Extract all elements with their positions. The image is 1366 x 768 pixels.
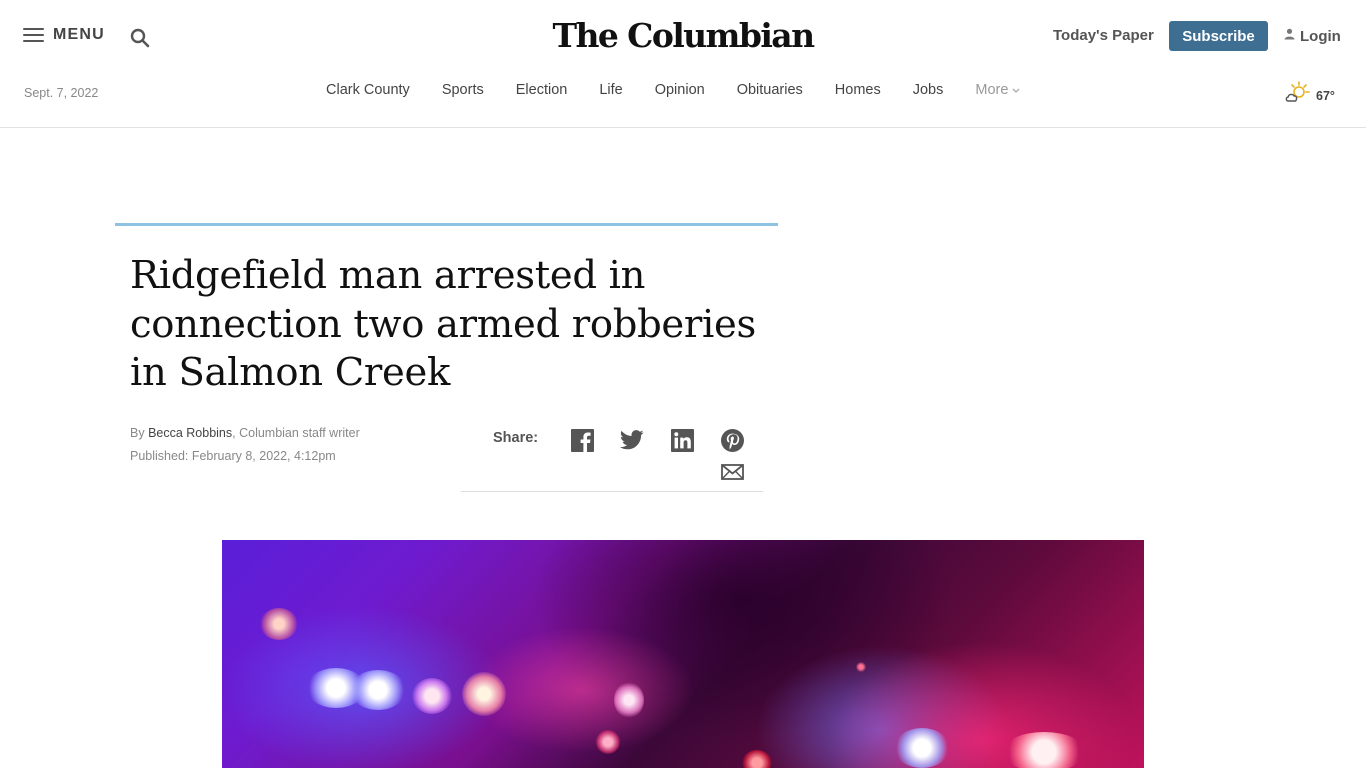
author-link[interactable]: Becca Robbins <box>148 426 232 440</box>
byline-author-line: By Becca Robbins, Columbian staff writer <box>130 422 360 445</box>
linkedin-icon[interactable] <box>670 428 694 452</box>
author-role: , Columbian staff writer <box>232 426 360 440</box>
site-logo[interactable]: The Columbian <box>0 14 1366 58</box>
current-date: Sept. 7, 2022 <box>24 86 99 100</box>
chevron-down-icon <box>1012 82 1020 98</box>
nav-item-opinion[interactable]: Opinion <box>639 82 721 98</box>
weather-temperature: 67° <box>1316 88 1335 103</box>
nav-item-clark-county[interactable]: Clark County <box>310 82 426 98</box>
nav-more-dropdown[interactable]: More <box>959 82 1036 98</box>
subscribe-button[interactable]: Subscribe <box>1169 21 1268 51</box>
nav-item-jobs[interactable]: Jobs <box>897 82 960 98</box>
article-headline: Ridgefield man arrested in connection tw… <box>130 253 756 395</box>
nav-item-election[interactable]: Election <box>500 82 584 98</box>
pinterest-icon[interactable] <box>720 428 744 452</box>
site-header: MENU The Columbian Today's Paper Subscri… <box>0 0 1366 74</box>
article-hero-image <box>222 540 1144 768</box>
email-icon[interactable] <box>720 460 744 484</box>
headline-accent-rule <box>115 223 778 226</box>
nav-item-obituaries[interactable]: Obituaries <box>721 82 819 98</box>
byline-prefix: By <box>130 426 149 440</box>
facebook-icon[interactable] <box>570 428 594 452</box>
nav-item-homes[interactable]: Homes <box>819 82 897 98</box>
section-nav-bar: Sept. 7, 2022 Clark County Sports Electi… <box>0 74 1366 128</box>
nav-item-life[interactable]: Life <box>583 82 638 98</box>
twitter-icon[interactable] <box>620 428 644 452</box>
weather-widget[interactable]: 67° <box>1284 80 1335 111</box>
share-label: Share: <box>493 430 539 446</box>
todays-paper-link[interactable]: Today's Paper <box>1053 27 1154 44</box>
nav-item-sports[interactable]: Sports <box>426 82 500 98</box>
published-date: Published: February 8, 2022, 4:12pm <box>130 449 336 463</box>
article-byline: By Becca Robbins, Columbian staff writer… <box>130 422 360 468</box>
share-bar: Share: <box>461 424 763 492</box>
section-nav: Clark County Sports Election Life Opinio… <box>310 82 1036 98</box>
login-label: Login <box>1300 27 1341 45</box>
nav-more-label: More <box>975 82 1009 98</box>
partly-cloudy-icon <box>1284 80 1310 111</box>
user-icon <box>1284 27 1295 45</box>
login-button[interactable]: Login <box>1284 27 1341 45</box>
